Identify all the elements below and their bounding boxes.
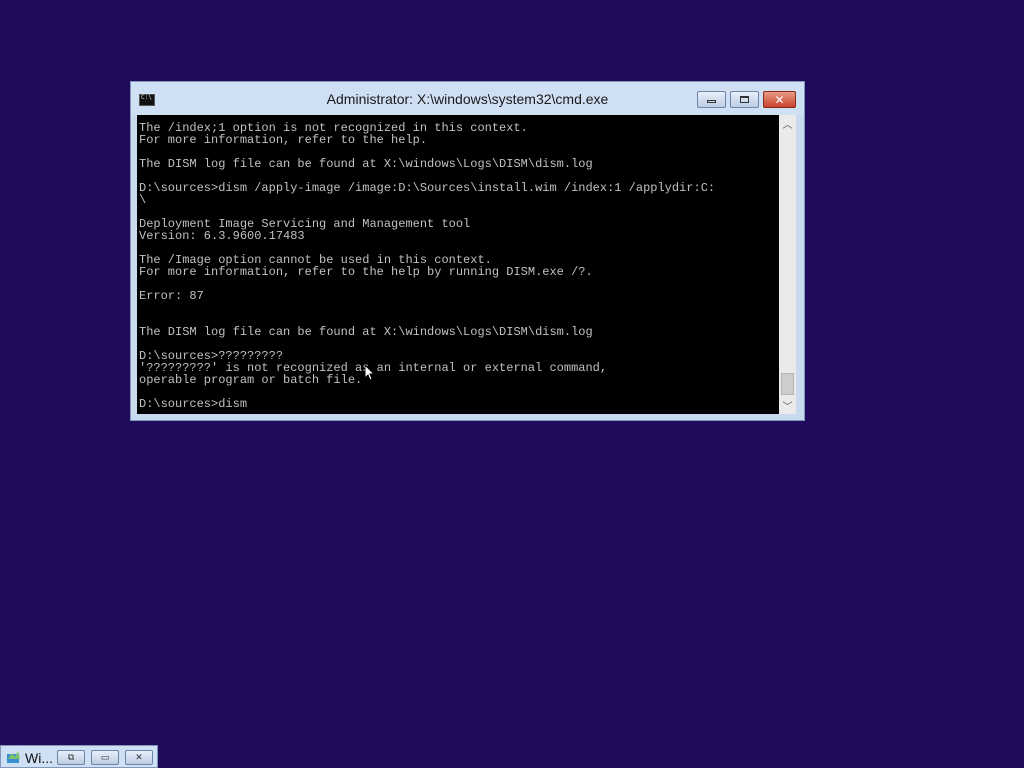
maximize-icon [740, 96, 749, 103]
desktop: Administrator: X:\windows\system32\cmd.e… [0, 0, 1024, 768]
close-icon: ✕ [774, 92, 785, 107]
minimize-button[interactable] [697, 91, 726, 108]
restore-icon: ⧉ [67, 752, 75, 763]
console-text[interactable]: The /index;1 option is not recognized in… [139, 122, 715, 410]
maximize-small-icon: ▭ [100, 752, 110, 763]
minimized-window-label: Wi... [25, 750, 53, 766]
close-button[interactable]: ✕ [763, 91, 796, 108]
restore-button[interactable]: ⧉ [57, 750, 85, 765]
console-output[interactable]: The /index;1 option is not recognized in… [137, 115, 779, 414]
maximize-button[interactable] [730, 91, 759, 108]
vertical-scrollbar[interactable]: ︿ ﹀ [779, 115, 796, 414]
maximize-small-button[interactable]: ▭ [91, 750, 119, 765]
setup-icon [7, 751, 20, 763]
close-small-icon: ✕ [135, 752, 143, 763]
minimize-icon [707, 100, 716, 103]
scroll-thumb[interactable] [781, 373, 794, 395]
close-small-button[interactable]: ✕ [125, 750, 153, 765]
cmd-window: Administrator: X:\windows\system32\cmd.e… [130, 81, 805, 421]
scroll-down-icon[interactable]: ﹀ [779, 397, 796, 414]
title-bar[interactable]: Administrator: X:\windows\system32\cmd.e… [131, 82, 804, 115]
scroll-up-icon[interactable]: ︿ [779, 115, 796, 132]
minimized-window[interactable]: Wi... ⧉ ▭ ✕ [0, 745, 158, 768]
